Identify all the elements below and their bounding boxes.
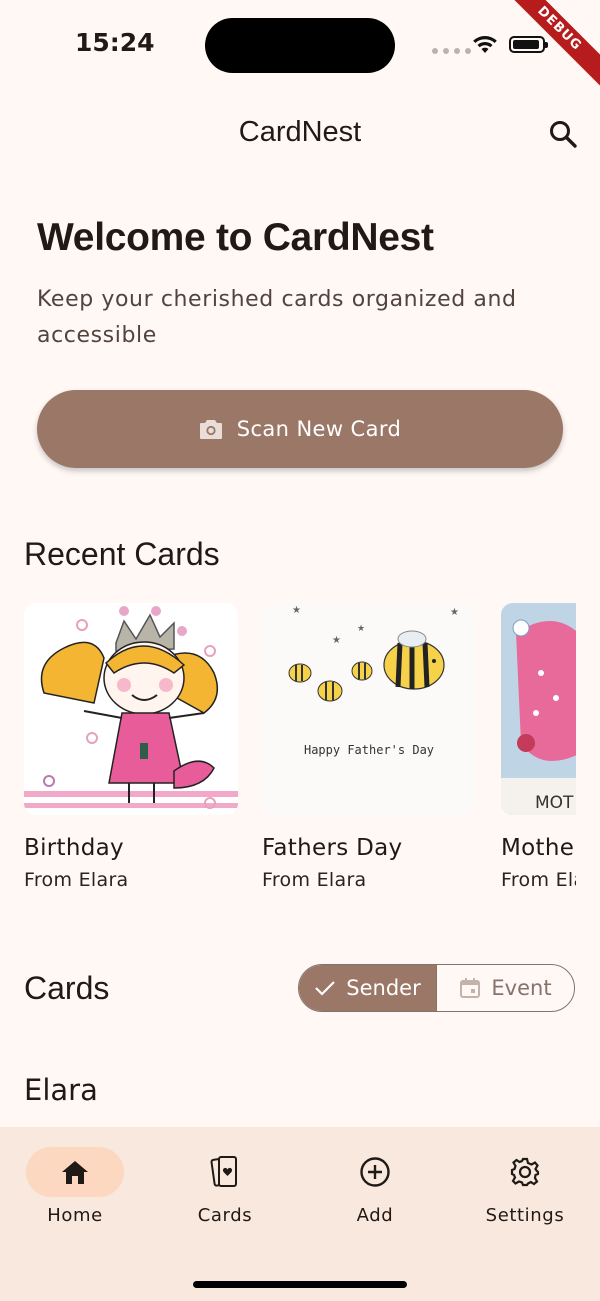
fathers-day-card-image: ★ ★ ★ ★ Happy Father's Day — [262, 603, 476, 815]
scan-new-card-button[interactable]: Scan New Card — [37, 390, 563, 468]
sender-group-title: Elara — [24, 1073, 98, 1107]
gear-icon — [510, 1157, 540, 1187]
debug-banner: DEBUG — [491, 0, 600, 97]
toggle-sender[interactable]: Sender — [299, 965, 436, 1011]
toggle-sender-label: Sender — [346, 976, 421, 1000]
toggle-event-label: Event — [491, 976, 552, 1000]
recent-cards-carousel[interactable]: Birthday From Elara ★ ★ ★ ★ Happy Father… — [24, 603, 576, 903]
birthday-card-image — [24, 603, 238, 815]
group-by-toggle[interactable]: Sender Event — [298, 964, 575, 1012]
card-title: Fathers Day — [262, 835, 403, 861]
home-indicator — [193, 1281, 407, 1288]
app-title: CardNest — [238, 116, 362, 148]
card-title: Birthday — [24, 835, 124, 861]
nav-add-indicator — [326, 1147, 424, 1197]
card-printed-text: Happy Father's Day — [303, 743, 435, 757]
nav-settings-indicator — [476, 1147, 574, 1197]
calendar-icon — [460, 978, 481, 998]
welcome-title: Welcome to CardNest — [37, 216, 434, 259]
nav-cards-indicator — [176, 1147, 274, 1197]
camera-icon — [199, 420, 222, 439]
battery-icon — [509, 36, 548, 53]
nav-label: Cards — [197, 1205, 253, 1226]
recent-card-fathers-day[interactable]: ★ ★ ★ ★ Happy Father's Day Fathers Day F… — [262, 603, 476, 891]
nav-home[interactable]: Home — [0, 1147, 150, 1226]
bottom-navigation: Home Cards Add Settings — [0, 1127, 600, 1301]
card-sender: From Elara — [501, 869, 576, 891]
svg-text:★: ★ — [332, 635, 341, 646]
recent-card-birthday[interactable]: Birthday From Elara — [24, 603, 238, 891]
search-icon[interactable] — [546, 117, 580, 151]
mothers-day-card-image: MOT — [501, 603, 576, 815]
card-sender: From Elara — [24, 869, 129, 891]
add-circle-icon — [360, 1157, 390, 1187]
svg-text:★: ★ — [450, 607, 459, 618]
nav-label: Home — [47, 1205, 103, 1226]
svg-text:★: ★ — [357, 624, 365, 634]
card-sender: From Elara — [262, 869, 367, 891]
recent-card-mothers-day[interactable]: MOT Mothers Day From Elara — [501, 603, 576, 891]
scan-button-label: Scan New Card — [236, 417, 402, 441]
svg-text:★: ★ — [292, 605, 301, 616]
dynamic-island — [205, 18, 395, 73]
recent-cards-title: Recent Cards — [24, 536, 220, 572]
card-title: Mothers Day — [501, 835, 576, 861]
status-time: 15:24 — [75, 28, 155, 57]
home-icon — [62, 1161, 88, 1184]
toggle-event[interactable]: Event — [436, 965, 574, 1011]
wifi-icon — [473, 36, 497, 53]
nav-label: Add — [356, 1205, 394, 1226]
cellular-signal-icon — [432, 48, 471, 54]
check-icon — [315, 981, 336, 996]
nav-settings[interactable]: Settings — [450, 1147, 600, 1226]
nav-home-indicator — [26, 1147, 124, 1197]
card-printed-text: MOT — [535, 793, 574, 813]
cards-icon — [210, 1156, 237, 1187]
nav-label: Settings — [485, 1205, 565, 1226]
nav-add[interactable]: Add — [300, 1147, 450, 1226]
cards-section-title: Cards — [24, 970, 110, 1006]
welcome-subtitle: Keep your cherished cards organized and … — [37, 287, 517, 348]
nav-cards[interactable]: Cards — [150, 1147, 300, 1226]
